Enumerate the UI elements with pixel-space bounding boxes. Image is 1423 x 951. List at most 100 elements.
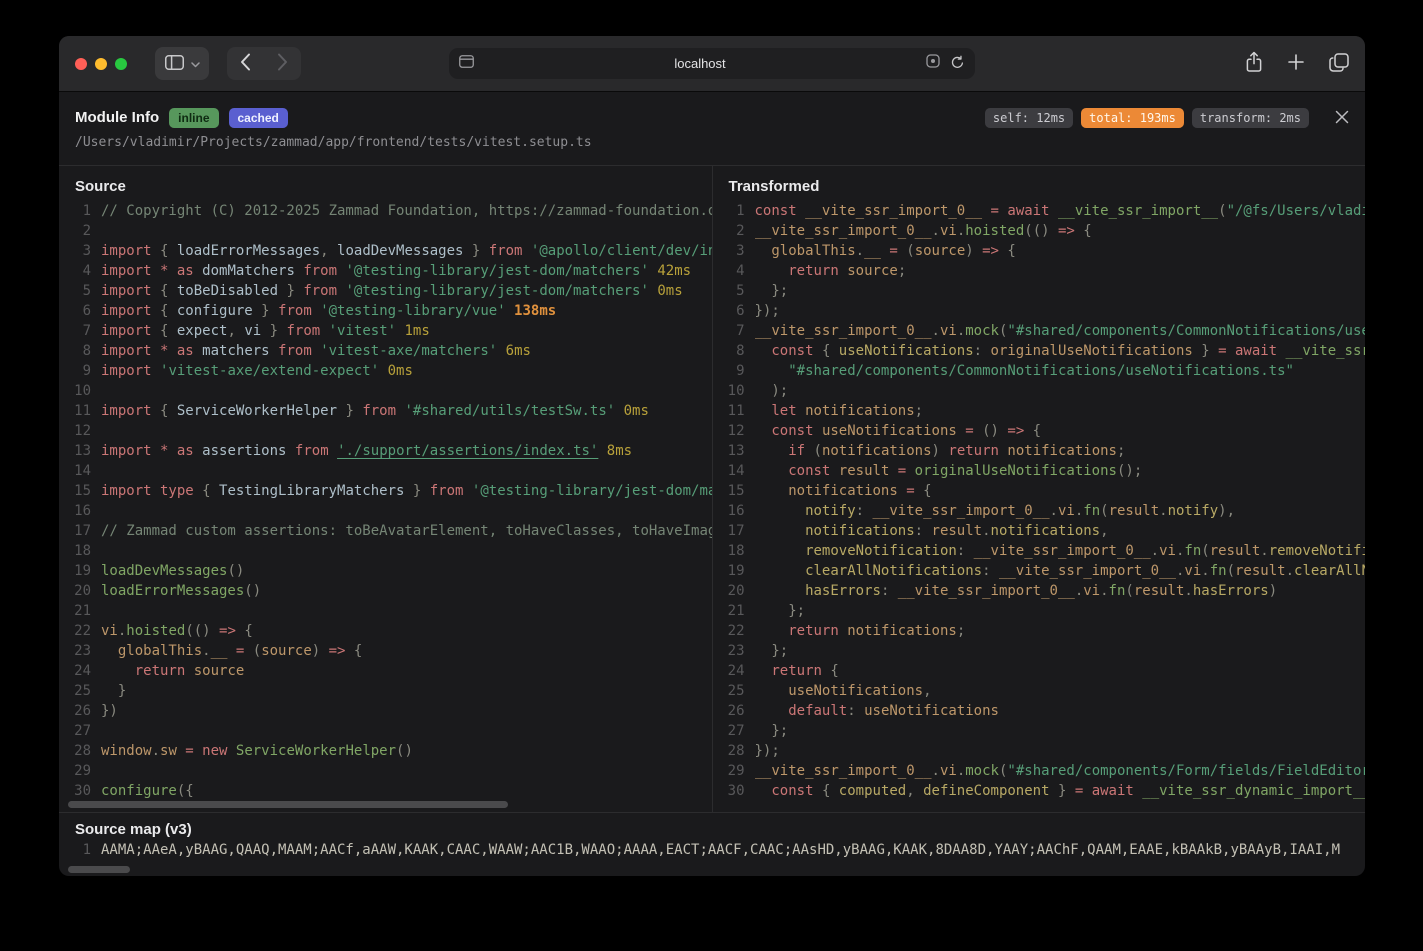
line-number: 4	[723, 261, 745, 281]
code-token: let	[771, 403, 805, 419]
module-link[interactable]: './support/assertions/index.ts'	[337, 443, 598, 459]
line-number: 26	[69, 701, 91, 721]
line-number: 14	[723, 461, 745, 481]
code-token: '@testing-library/jest-dom/matchers'	[345, 263, 648, 279]
code-token: loadDevMessages	[101, 563, 227, 579]
source-panel-title: Source	[59, 166, 712, 201]
line-number: 11	[69, 401, 91, 421]
code-token	[755, 403, 772, 419]
code-line: 23 globalThis.__ = (source) => {	[69, 641, 712, 661]
code-line: 18 removeNotification: __vite_ssr_import…	[723, 541, 1366, 561]
code-token: '@testing-library/vue'	[320, 303, 505, 319]
code-token: .	[152, 743, 160, 759]
line-number: 18	[723, 541, 745, 561]
address-bar[interactable]: localhost	[449, 48, 975, 79]
zoom-window-button[interactable]	[115, 58, 127, 70]
code-token	[755, 503, 806, 519]
code-text: const { computed, defineComponent } = aw…	[755, 781, 1366, 801]
code-token: from	[295, 443, 337, 459]
forward-button[interactable]	[264, 47, 301, 80]
code-token: vi	[1184, 563, 1201, 579]
code-text	[101, 761, 712, 781]
code-line: 12 const useNotifications = () => {	[723, 421, 1366, 441]
code-token: .	[1201, 563, 1209, 579]
code-text: const __vite_ssr_import_0__ = await __vi…	[755, 201, 1366, 221]
line-number: 13	[69, 441, 91, 461]
code-token: }	[261, 323, 286, 339]
code-token: await	[1092, 783, 1143, 799]
line-number: 7	[69, 321, 91, 341]
sidebar-toggle-button[interactable]	[155, 47, 209, 80]
code-token: from	[278, 303, 320, 319]
code-token: from	[362, 403, 404, 419]
code-token: result	[1109, 503, 1160, 519]
code-token: .	[1075, 503, 1083, 519]
code-token	[755, 683, 789, 699]
close-button[interactable]	[1335, 110, 1349, 127]
code-text: );	[755, 381, 1366, 401]
code-line: 29__vite_ssr_import_0__.vi.mock("#shared…	[723, 761, 1366, 781]
code-text: import * as matchers from 'vitest-axe/ma…	[101, 341, 712, 361]
horizontal-scrollbar[interactable]	[68, 801, 508, 808]
code-text	[101, 421, 712, 441]
code-text: hasErrors: __vite_ssr_import_0__.vi.fn(r…	[755, 581, 1366, 601]
code-line: 13import * as assertions from './support…	[69, 441, 712, 461]
code-token: '@testing-library/jest-dom/matchers'	[472, 483, 712, 499]
code-token: =>	[1007, 423, 1024, 439]
code-line: 18	[69, 541, 712, 561]
code-line: 27 };	[723, 721, 1366, 741]
code-token: notify	[805, 503, 856, 519]
code-token: vi	[940, 223, 957, 239]
code-token: // Zammad custom assertions: toBeAvatarE…	[101, 523, 712, 539]
code-line: 3import { loadErrorMessages, loadDevMess…	[69, 241, 712, 261]
code-token: source	[847, 263, 898, 279]
close-window-button[interactable]	[75, 58, 87, 70]
code-token: ,	[923, 683, 931, 699]
line-number: 20	[723, 581, 745, 601]
code-token	[101, 683, 118, 699]
minimize-window-button[interactable]	[95, 58, 107, 70]
sourcemap-code[interactable]: 1AAMA;AAeA,yBAAG,QAAQ,MAAM;AACf,aAAW,KAA…	[59, 840, 1365, 860]
code-token: vi	[101, 623, 118, 639]
source-code[interactable]: 1// Copyright (C) 2012-2025 Zammad Found…	[59, 201, 712, 812]
code-text: globalThis.__ = (source) => {	[101, 641, 712, 661]
transformed-code[interactable]: 1const __vite_ssr_import_0__ = await __v…	[713, 201, 1366, 812]
code-token: notifications	[822, 443, 932, 459]
code-text: removeNotification: __vite_ssr_import_0_…	[755, 541, 1366, 561]
code-token: originalUseNotifications	[915, 463, 1117, 479]
code-token: loadErrorMessages	[101, 583, 244, 599]
code-token: mock	[965, 763, 999, 779]
code-token: notifications	[805, 523, 915, 539]
code-token: (	[1218, 203, 1226, 219]
code-token: (()	[1024, 223, 1058, 239]
code-token	[755, 423, 772, 439]
reload-button[interactable]	[950, 55, 965, 73]
content-blocker-icon[interactable]	[926, 54, 940, 73]
code-line: 19loadDevMessages()	[69, 561, 712, 581]
line-number: 19	[723, 561, 745, 581]
code-token: };	[771, 283, 788, 299]
line-number: 2	[69, 221, 91, 241]
share-button[interactable]	[1245, 51, 1263, 76]
code-text: import 'vitest-axe/extend-expect' 0ms	[101, 361, 712, 381]
line-number: 25	[69, 681, 91, 701]
line-number: 16	[723, 501, 745, 521]
code-line: 21 };	[723, 601, 1366, 621]
code-token: }	[1193, 343, 1218, 359]
back-button[interactable]	[227, 47, 264, 80]
line-number: 3	[723, 241, 745, 261]
code-token: ,	[227, 323, 244, 339]
toolbar-right-actions	[1245, 51, 1349, 76]
tabs-overview-button[interactable]	[1329, 53, 1349, 75]
code-text: clearAllNotifications: __vite_ssr_import…	[755, 561, 1366, 581]
code-token: =	[898, 483, 923, 499]
code-token: {	[999, 243, 1016, 259]
sourcemap-scrollbar[interactable]	[68, 866, 130, 873]
code-token: =	[177, 743, 202, 759]
code-token	[755, 463, 789, 479]
code-line: 29	[69, 761, 712, 781]
code-token: .	[202, 643, 210, 659]
new-tab-button[interactable]	[1287, 53, 1305, 74]
code-token	[755, 383, 772, 399]
code-token: {	[236, 623, 253, 639]
